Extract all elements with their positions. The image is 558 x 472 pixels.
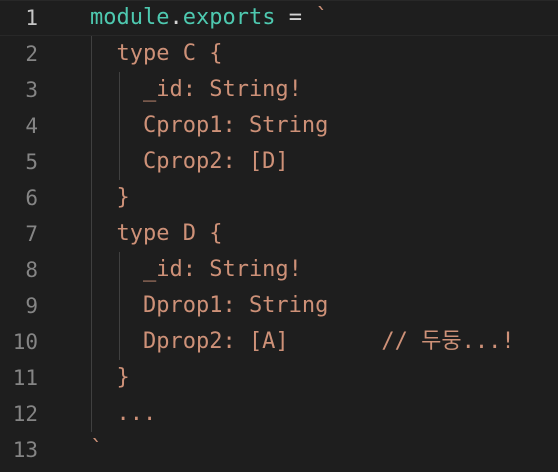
code-line[interactable]: 7 type D {: [0, 216, 558, 252]
code-text: `: [90, 437, 104, 462]
line-number: 6: [25, 186, 38, 210]
assign-operator: =: [275, 5, 316, 30]
code-editor[interactable]: 1 module.exports = ` 2 type C { 3 _id: S…: [0, 0, 558, 472]
line-number: 4: [25, 114, 38, 138]
line-number: 13: [12, 438, 38, 462]
code-line[interactable]: 10 Dprop2: [A] // 두둥...!: [0, 324, 558, 360]
line-number: 2: [25, 42, 38, 66]
line-number: 10: [12, 330, 38, 354]
code-text: type D {: [90, 221, 223, 246]
code-line[interactable]: 4 Cprop1: String: [0, 108, 558, 144]
code-line[interactable]: 3 _id: String!: [0, 72, 558, 108]
code-text: _id: String!: [90, 257, 302, 282]
line-number: 7: [25, 222, 38, 246]
line-number: 12: [12, 402, 38, 426]
code-line[interactable]: 5 Cprop2: [D]: [0, 144, 558, 180]
code-text: _id: String!: [90, 77, 302, 102]
line-number: 5: [25, 150, 38, 174]
template-open: `: [315, 5, 329, 30]
code-line[interactable]: 13 `: [0, 432, 558, 468]
line-number: 1: [25, 6, 38, 30]
code-text: }: [90, 365, 130, 390]
code-line[interactable]: 8 _id: String!: [0, 252, 558, 288]
code-text: Cprop1: String: [90, 113, 329, 138]
dot-operator: .: [169, 5, 183, 30]
code-line[interactable]: 12 ...: [0, 396, 558, 432]
code-line[interactable]: 1 module.exports = `: [0, 0, 558, 36]
code-text: }: [90, 185, 130, 210]
module-identifier: module: [90, 5, 170, 30]
code-line[interactable]: 11 }: [0, 360, 558, 396]
code-text: ...: [90, 401, 157, 426]
exports-identifier: exports: [182, 5, 276, 30]
line-number: 11: [12, 366, 38, 390]
line-number: 9: [25, 294, 38, 318]
code-line[interactable]: 6 }: [0, 180, 558, 216]
code-text: Dprop2: [A] // 두둥...!: [90, 329, 515, 354]
line-number: 8: [25, 258, 38, 282]
code-text: type C {: [90, 41, 223, 66]
code-line[interactable]: 2 type C {: [0, 36, 558, 72]
code-line[interactable]: 9 Dprop1: String: [0, 288, 558, 324]
code-text: Cprop2: [D]: [90, 149, 289, 174]
code-text: Dprop1: String: [90, 293, 329, 318]
line-number: 3: [25, 78, 38, 102]
code-text: module.exports = `: [90, 0, 328, 36]
